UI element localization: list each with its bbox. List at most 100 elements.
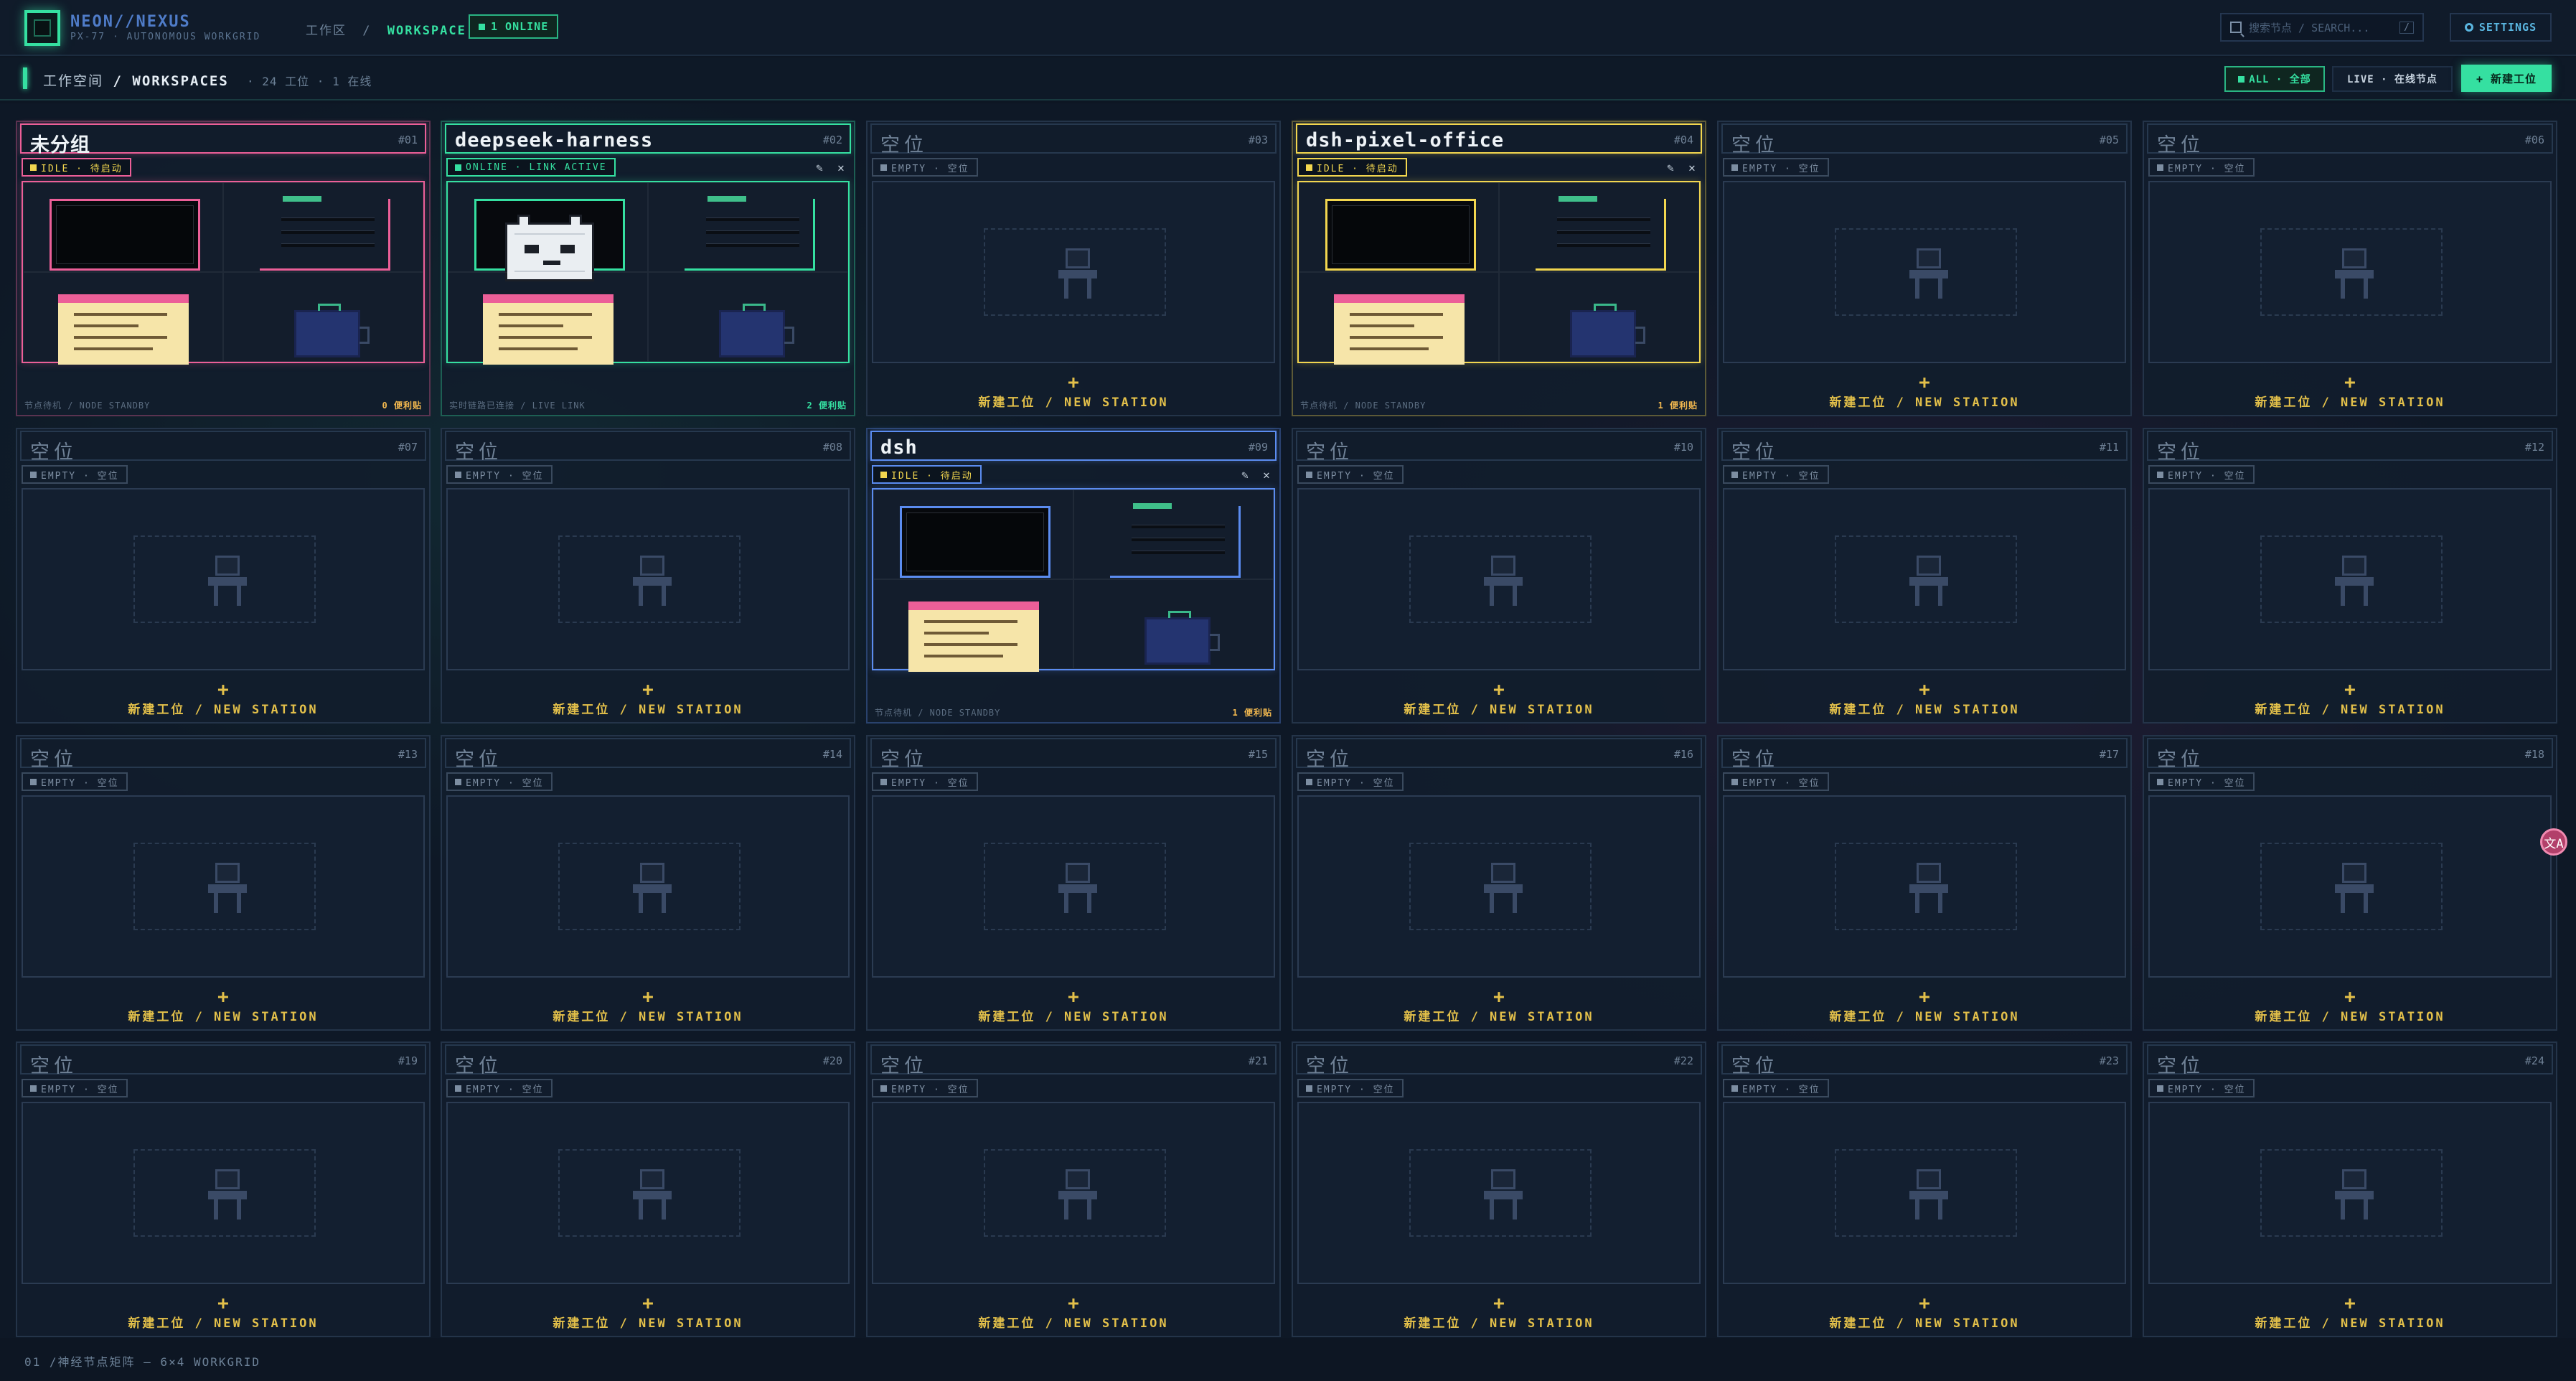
new-station-link[interactable]: 新建工位 / NEW STATION bbox=[1293, 1006, 1705, 1024]
card-header: 空位 #22 bbox=[1296, 1044, 1702, 1077]
new-station-link[interactable]: 新建工位 / NEW STATION bbox=[17, 1313, 429, 1331]
close-icon[interactable]: ✕ bbox=[1685, 161, 1699, 174]
plus-icon[interactable]: + bbox=[1293, 986, 1705, 1008]
empty-station-card[interactable]: 空位 #24 EMPTY · 空位 + 新建工位 / NEW STATION bbox=[2143, 1041, 2557, 1337]
chair-zone bbox=[133, 843, 316, 930]
sticky-note-icon[interactable] bbox=[483, 294, 614, 365]
sticky-note-icon[interactable] bbox=[1334, 294, 1465, 365]
plus-icon[interactable]: + bbox=[1719, 1293, 2130, 1314]
empty-station-card[interactable]: 空位 #14 EMPTY · 空位 + 新建工位 / NEW STATION bbox=[441, 735, 855, 1031]
plus-icon[interactable]: + bbox=[442, 1293, 854, 1314]
empty-station-card[interactable]: 空位 #03 EMPTY · 空位 + 新建工位 / NEW STATION bbox=[866, 121, 1281, 416]
plus-icon[interactable]: + bbox=[1293, 679, 1705, 701]
plus-icon[interactable]: + bbox=[868, 986, 1279, 1008]
empty-station-card[interactable]: 空位 #13 EMPTY · 空位 + 新建工位 / NEW STATION bbox=[16, 735, 431, 1031]
plus-icon[interactable]: + bbox=[442, 986, 854, 1008]
new-station-link[interactable]: 新建工位 / NEW STATION bbox=[2144, 1313, 2556, 1331]
sticky-note-icon[interactable] bbox=[58, 294, 189, 365]
pencil-icon[interactable]: ✎ bbox=[1238, 468, 1252, 482]
new-station-link[interactable]: 新建工位 / NEW STATION bbox=[442, 1006, 854, 1024]
card-header: 空位 #13 bbox=[20, 738, 426, 771]
pencil-icon[interactable]: ✎ bbox=[812, 161, 827, 174]
new-station-link[interactable]: 新建工位 / NEW STATION bbox=[868, 1006, 1279, 1024]
plus-icon[interactable]: + bbox=[2144, 679, 2556, 701]
plus-icon[interactable]: + bbox=[1719, 372, 2130, 393]
search-placeholder: 搜索节点 / SEARCH... bbox=[2249, 21, 2370, 34]
new-station-link[interactable]: 新建工位 / NEW STATION bbox=[1719, 1313, 2130, 1331]
sticky-note-icon[interactable] bbox=[908, 601, 1039, 672]
card-tools: ✎ ✕ bbox=[1663, 161, 1699, 174]
filter-live-button[interactable]: LIVE · 在线节点 bbox=[2332, 66, 2453, 92]
empty-station-card[interactable]: 空位 #16 EMPTY · 空位 + 新建工位 / NEW STATION bbox=[1292, 735, 1706, 1031]
status-badge: EMPTY · 空位 bbox=[1723, 465, 1829, 484]
new-station-link[interactable]: 新建工位 / NEW STATION bbox=[2144, 699, 2556, 717]
empty-station-card[interactable]: 空位 #19 EMPTY · 空位 + 新建工位 / NEW STATION bbox=[16, 1041, 431, 1337]
plus-icon[interactable]: + bbox=[868, 1293, 1279, 1314]
empty-station-card[interactable]: 空位 #08 EMPTY · 空位 + 新建工位 / NEW STATION bbox=[441, 428, 855, 724]
plus-icon[interactable]: + bbox=[2144, 986, 2556, 1008]
breadcrumb-root[interactable]: 工作区 bbox=[306, 24, 347, 38]
empty-station-card[interactable]: 空位 #07 EMPTY · 空位 + 新建工位 / NEW STATION bbox=[16, 428, 431, 724]
empty-station-card[interactable]: 空位 #21 EMPTY · 空位 + 新建工位 / NEW STATION bbox=[866, 1041, 1281, 1337]
empty-station-card[interactable]: 空位 #17 EMPTY · 空位 + 新建工位 / NEW STATION bbox=[1717, 735, 2132, 1031]
plus-icon[interactable]: + bbox=[17, 679, 429, 701]
new-station-link[interactable]: 新建工位 / NEW STATION bbox=[442, 699, 854, 717]
desk-zone bbox=[648, 182, 848, 272]
plus-icon[interactable]: + bbox=[1719, 986, 2130, 1008]
station-number: #08 bbox=[822, 441, 842, 454]
close-icon[interactable]: ✕ bbox=[1259, 468, 1274, 482]
plus-icon[interactable]: + bbox=[17, 1293, 429, 1314]
empty-station-card[interactable]: 空位 #22 EMPTY · 空位 + 新建工位 / NEW STATION bbox=[1292, 1041, 1706, 1337]
translate-badge[interactable]: 文A bbox=[2540, 828, 2567, 856]
empty-station-card[interactable]: 空位 #11 EMPTY · 空位 + 新建工位 / NEW STATION bbox=[1717, 428, 2132, 724]
new-station-link[interactable]: 新建工位 / NEW STATION bbox=[1719, 392, 2130, 410]
pencil-icon[interactable]: ✎ bbox=[1663, 161, 1678, 174]
empty-station-card[interactable]: 空位 #05 EMPTY · 空位 + 新建工位 / NEW STATION bbox=[1717, 121, 2132, 416]
filter-all-button[interactable]: ALL · 全部 bbox=[2224, 66, 2325, 92]
plus-icon[interactable]: + bbox=[1293, 1293, 1705, 1314]
new-station-link[interactable]: 新建工位 / NEW STATION bbox=[868, 392, 1279, 410]
plus-icon[interactable]: + bbox=[2144, 372, 2556, 393]
settings-button[interactable]: SETTINGS bbox=[2450, 13, 2552, 42]
empty-room bbox=[2148, 1102, 2552, 1284]
bag-zone bbox=[648, 272, 848, 362]
plus-icon[interactable]: + bbox=[1719, 679, 2130, 701]
plus-icon[interactable]: + bbox=[17, 986, 429, 1008]
station-number: #21 bbox=[1248, 1054, 1268, 1067]
empty-station-card[interactable]: 空位 #10 EMPTY · 空位 + 新建工位 / NEW STATION bbox=[1292, 428, 1706, 724]
new-station-link[interactable]: 新建工位 / NEW STATION bbox=[2144, 392, 2556, 410]
square-logo-icon[interactable] bbox=[24, 10, 60, 46]
workstation-card[interactable]: dsh-pixel-office #04 IDLE · 待启动 ✎ ✕ 节点待机… bbox=[1292, 121, 1706, 416]
chair-icon bbox=[208, 863, 247, 916]
empty-station-card[interactable]: 空位 #06 EMPTY · 空位 + 新建工位 / NEW STATION bbox=[2143, 121, 2557, 416]
new-station-link[interactable]: 新建工位 / NEW STATION bbox=[17, 699, 429, 717]
workstation-card[interactable]: deepseek-harness #02 ONLINE · LINK ACTIV… bbox=[441, 121, 855, 416]
empty-station-card[interactable]: 空位 #18 EMPTY · 空位 + 新建工位 / NEW STATION bbox=[2143, 735, 2557, 1031]
empty-station-card[interactable]: 空位 #12 EMPTY · 空位 + 新建工位 / NEW STATION bbox=[2143, 428, 2557, 724]
status-text: EMPTY · 空位 bbox=[2168, 470, 2246, 482]
new-station-link[interactable]: 新建工位 / NEW STATION bbox=[17, 1006, 429, 1024]
search-input[interactable]: 搜索节点 / SEARCH... / bbox=[2220, 13, 2424, 42]
new-station-link[interactable]: 新建工位 / NEW STATION bbox=[1719, 699, 2130, 717]
new-station-link[interactable]: 新建工位 / NEW STATION bbox=[1293, 699, 1705, 717]
plus-icon[interactable]: + bbox=[2144, 1293, 2556, 1314]
new-station-link[interactable]: 新建工位 / NEW STATION bbox=[2144, 1006, 2556, 1024]
new-station-link[interactable]: 新建工位 / NEW STATION bbox=[442, 1313, 854, 1331]
workstation-card[interactable]: dsh #09 IDLE · 待启动 ✎ ✕ 节点待机 / NODE STAND… bbox=[866, 428, 1281, 724]
chair-zone bbox=[2260, 535, 2443, 623]
workstation-card[interactable]: 未分组 #01 IDLE · 待启动 节点待机 / NODE STANDBY 0… bbox=[16, 121, 431, 416]
station-name: 空位 bbox=[455, 749, 502, 771]
plus-icon[interactable]: + bbox=[442, 679, 854, 701]
empty-station-card[interactable]: 空位 #15 EMPTY · 空位 + 新建工位 / NEW STATION bbox=[866, 735, 1281, 1031]
close-icon[interactable]: ✕ bbox=[834, 161, 848, 174]
empty-station-card[interactable]: 空位 #23 EMPTY · 空位 + 新建工位 / NEW STATION bbox=[1717, 1041, 2132, 1337]
new-station-link[interactable]: 新建工位 / NEW STATION bbox=[1719, 1006, 2130, 1024]
status-square-icon bbox=[2157, 164, 2163, 171]
plus-icon[interactable]: + bbox=[868, 372, 1279, 393]
empty-station-card[interactable]: 空位 #20 EMPTY · 空位 + 新建工位 / NEW STATION bbox=[441, 1041, 855, 1337]
new-station-link[interactable]: 新建工位 / NEW STATION bbox=[868, 1313, 1279, 1331]
status-square-icon bbox=[1306, 778, 1312, 785]
new-station-button[interactable]: + 新建工位 bbox=[2461, 65, 2552, 92]
chair-icon bbox=[633, 1169, 672, 1222]
new-station-link[interactable]: 新建工位 / NEW STATION bbox=[1293, 1313, 1705, 1331]
